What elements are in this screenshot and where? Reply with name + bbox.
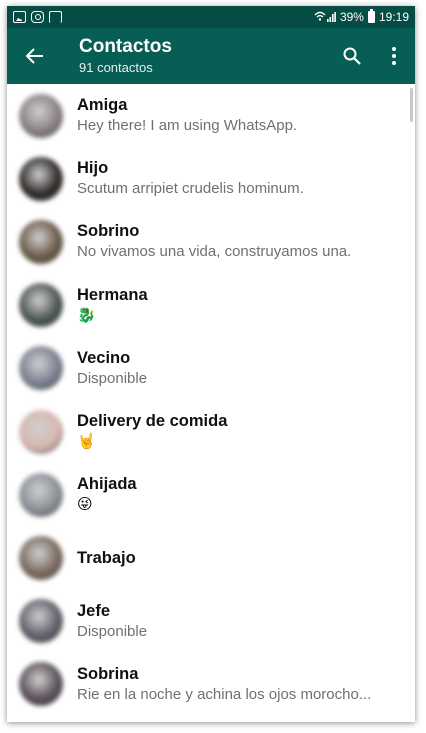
phone-screen: 39% 19:19 Contactos 91 contactos Amiga He… bbox=[7, 6, 415, 722]
contact-status: Disponible bbox=[77, 622, 148, 640]
contact-status: 🤘 bbox=[77, 433, 96, 451]
status-right: 39% 19:19 bbox=[314, 9, 409, 24]
contact-text: Trabajo bbox=[77, 548, 403, 568]
contact-name: Vecino bbox=[77, 348, 131, 367]
contact-text: Ahijada 😜 bbox=[77, 474, 403, 515]
contact-status: 😜 bbox=[77, 496, 93, 514]
avatar[interactable] bbox=[19, 346, 63, 391]
contact-row[interactable]: Delivery de comida 🤘 bbox=[7, 400, 415, 463]
contact-row[interactable]: Hijo Scutum arripiet crudelis hominum. bbox=[7, 147, 415, 210]
contact-status: No vivamos una vida, construyamos una. bbox=[77, 243, 352, 261]
avatar[interactable] bbox=[19, 662, 63, 707]
contact-name: Jefe bbox=[77, 601, 111, 620]
contact-name: Ahijada bbox=[77, 475, 137, 494]
contact-row[interactable]: Sobrina Rie en la noche y achina los ojos… bbox=[7, 653, 415, 716]
contact-text: Sobrina Rie en la noche y achina los ojos… bbox=[77, 664, 403, 705]
contact-name: Hijo bbox=[77, 159, 109, 178]
contact-text: Amiga Hey there! I am using WhatsApp. bbox=[77, 95, 403, 136]
wifi-signal-icon bbox=[314, 11, 336, 22]
battery-icon bbox=[367, 9, 375, 23]
cast-icon bbox=[49, 11, 62, 23]
contact-name: Trabajo bbox=[77, 548, 136, 567]
contact-count: 91 contactos bbox=[79, 60, 153, 75]
contact-row[interactable]: Ahijada 😜 bbox=[7, 463, 415, 526]
contact-status: Scutum arripiet crudelis hominum. bbox=[77, 180, 304, 198]
contact-status: Disponible bbox=[77, 369, 148, 387]
contact-name: Sobrina bbox=[77, 664, 139, 683]
avatar[interactable] bbox=[19, 283, 63, 328]
more-options-button[interactable] bbox=[373, 28, 415, 84]
contact-row[interactable]: Trabajo bbox=[7, 526, 415, 589]
contact-row[interactable]: Vecino Disponible bbox=[7, 337, 415, 400]
image-icon bbox=[13, 11, 26, 23]
avatar[interactable] bbox=[19, 219, 63, 264]
contact-status: Hey there! I am using WhatsApp. bbox=[77, 117, 298, 135]
search-icon bbox=[343, 47, 361, 65]
clock: 19:19 bbox=[378, 10, 409, 24]
contact-status: Rie en la noche y achina los ojos moroch… bbox=[77, 685, 372, 703]
avatar[interactable] bbox=[19, 409, 63, 454]
contact-name: Hermana bbox=[77, 285, 148, 304]
contact-text: Delivery de comida 🤘 bbox=[77, 411, 403, 452]
avatar[interactable] bbox=[19, 93, 63, 138]
contact-status: 🐉 bbox=[77, 306, 96, 324]
contact-name: Delivery de comida bbox=[77, 412, 228, 431]
avatar[interactable] bbox=[19, 156, 63, 201]
status-left-icons bbox=[13, 11, 62, 23]
contact-row[interactable]: Sobrino No vivamos una vida, construyamos… bbox=[7, 210, 415, 273]
contact-list: Amiga Hey there! I am using WhatsApp. Hijo… bbox=[7, 84, 415, 716]
contact-name: Amiga bbox=[77, 96, 128, 115]
more-vert-icon bbox=[392, 47, 396, 65]
contact-row[interactable]: Amiga Hey there! I am using WhatsApp. bbox=[7, 84, 415, 147]
contact-text: Vecino Disponible bbox=[77, 348, 403, 389]
contact-row[interactable]: Hermana 🐉 bbox=[7, 274, 415, 337]
search-button[interactable] bbox=[331, 28, 373, 84]
status-bar: 39% 19:19 bbox=[7, 6, 415, 28]
contact-row[interactable]: Jefe Disponible bbox=[7, 590, 415, 653]
avatar[interactable] bbox=[19, 472, 63, 517]
avatar[interactable] bbox=[19, 599, 63, 644]
app-bar: Contactos 91 contactos bbox=[7, 28, 415, 84]
back-button[interactable] bbox=[7, 28, 63, 84]
contact-name: Sobrino bbox=[77, 222, 140, 241]
contact-text: Hijo Scutum arripiet crudelis hominum. bbox=[77, 158, 403, 199]
arrow-back-icon bbox=[26, 48, 43, 64]
title-block: Contactos 91 contactos bbox=[63, 36, 331, 76]
page-title: Contactos bbox=[79, 36, 172, 57]
instagram-icon bbox=[31, 11, 44, 23]
battery-percent: 39% bbox=[339, 10, 364, 24]
contact-text: Sobrino No vivamos una vida, construyamos… bbox=[77, 221, 403, 262]
contact-text: Hermana 🐉 bbox=[77, 285, 403, 326]
avatar[interactable] bbox=[19, 535, 63, 580]
contact-text: Jefe Disponible bbox=[77, 601, 403, 642]
